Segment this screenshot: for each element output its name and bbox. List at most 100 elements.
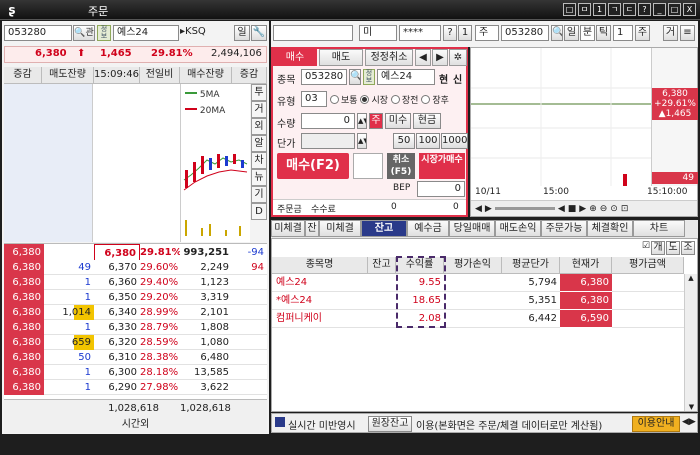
vtab-4[interactable]: 알 xyxy=(251,135,267,152)
fit-icon[interactable]: ⊡ xyxy=(621,204,629,214)
order-code-field[interactable]: 053280 xyxy=(301,69,347,85)
tab-chart[interactable]: 차트 xyxy=(633,220,685,237)
tab-daytrade[interactable]: 당일매매 xyxy=(449,220,495,237)
minimize-button[interactable]: _ xyxy=(653,3,666,16)
tab-unfilled-2[interactable]: 미체결 xyxy=(319,220,361,237)
status-checkbox[interactable] xyxy=(275,417,285,427)
option-3-button[interactable]: 조 xyxy=(681,241,695,255)
chart-daily-button[interactable]: 일 xyxy=(564,25,579,41)
window-btn-3[interactable]: 1 xyxy=(593,3,606,16)
account-select[interactable] xyxy=(273,25,353,41)
row-sell-qty[interactable]: 1 xyxy=(44,320,94,335)
row-price[interactable]: 6,300 xyxy=(94,365,140,380)
vtab-2[interactable]: 거 xyxy=(251,101,267,118)
row-price[interactable]: 6,290 xyxy=(94,380,140,395)
forward-icon[interactable]: ▶ xyxy=(579,204,586,214)
num-1-button[interactable]: 1 xyxy=(458,25,472,41)
qty-stepper[interactable]: ▲▼ xyxy=(357,113,367,129)
holdings-scrollbar[interactable]: ▲ ▼ xyxy=(684,274,697,411)
help-button[interactable]: ? xyxy=(638,3,651,16)
row-price[interactable]: 6,370 xyxy=(94,260,140,275)
zoom-in-icon[interactable]: ⊕ xyxy=(589,204,597,214)
qty-unit-button[interactable]: 주 xyxy=(369,113,383,129)
maximize-button[interactable]: □ xyxy=(668,3,681,16)
order-search-button[interactable]: 🔍 xyxy=(349,69,361,85)
chart-minute-button[interactable]: 분 xyxy=(580,25,595,41)
price-input[interactable] xyxy=(301,133,355,149)
chart-volume-button[interactable]: 거 xyxy=(663,25,678,41)
chart-period-select[interactable]: 1 xyxy=(613,25,633,41)
row-price[interactable]: 6,360 xyxy=(94,275,140,290)
row-sell-qty[interactable]: 1 xyxy=(44,290,94,305)
row-price[interactable]: 6,310 xyxy=(94,350,140,365)
tab-sell[interactable]: 매도 xyxy=(319,49,363,66)
tab-unfilled-1[interactable]: 미체결 xyxy=(271,220,305,237)
market-buy-button[interactable]: 시장가매수 xyxy=(419,153,465,179)
stock-info-tag[interactable]: 정보 xyxy=(97,25,111,41)
window-btn-4[interactable]: ㄱ xyxy=(608,3,621,16)
cancel-button[interactable]: 취소(F5) xyxy=(387,153,415,179)
option-2-button[interactable]: 도 xyxy=(666,241,680,255)
radio-post[interactable]: 장후 xyxy=(421,95,449,106)
option-checkbox[interactable]: ☑ xyxy=(642,241,650,255)
radio-pre[interactable]: 장전 xyxy=(390,95,418,106)
row-sell-qty[interactable]: 1 xyxy=(44,365,94,380)
chart-search-button[interactable]: 🔍 xyxy=(551,25,563,41)
tab-sell-pl[interactable]: 매도손익 xyxy=(495,220,541,237)
vtab-7[interactable]: 기 xyxy=(251,186,267,203)
vtab-3[interactable]: 외 xyxy=(251,118,267,135)
settings-button[interactable]: ✲ xyxy=(449,49,467,66)
row-sell-qty[interactable]: 1 xyxy=(44,275,94,290)
usage-guide-button[interactable]: 이용안내 xyxy=(632,416,680,432)
scroll-left-icon[interactable]: ◀ xyxy=(475,204,482,214)
tab-buy[interactable]: 매수 xyxy=(273,49,317,66)
tab-fill-check[interactable]: 체결확인 xyxy=(587,220,633,237)
stock-code-select[interactable]: 053280 xyxy=(4,25,72,41)
cash-button[interactable]: 현금 xyxy=(413,113,441,129)
vtab-5[interactable]: 차 xyxy=(251,152,267,169)
holding-row[interactable]: 예스24 9.55 5,794 6,380 xyxy=(272,274,684,292)
misu-button[interactable]: 미수 xyxy=(385,113,411,129)
order-type-select[interactable]: 주 xyxy=(475,25,499,41)
chart-week-button[interactable]: 주 xyxy=(635,25,650,41)
prev-arrow-button[interactable]: ◀ xyxy=(415,49,431,66)
chart-scrollbar[interactable] xyxy=(494,207,555,210)
zoom-reset-icon[interactable]: ⊙ xyxy=(610,204,618,214)
tab-modify-cancel[interactable]: 정정취소 xyxy=(365,49,413,66)
vtab-1[interactable]: 투 xyxy=(251,84,267,101)
current-price-cell[interactable]: 6,380 xyxy=(94,244,140,261)
row-sell-qty[interactable]: 659 xyxy=(44,335,94,350)
stop-icon[interactable]: ■ xyxy=(568,204,577,214)
amount-100-button[interactable]: 100 xyxy=(416,133,440,149)
amount-1000-button[interactable]: 1000 xyxy=(441,133,468,149)
row-price[interactable]: 6,340 xyxy=(94,305,140,320)
close-button[interactable]: X xyxy=(683,3,696,16)
row-sell-qty[interactable]: 1 xyxy=(44,380,94,395)
row-price[interactable]: 6,320 xyxy=(94,335,140,350)
account-type-select[interactable]: 미 xyxy=(359,25,397,41)
tab-deposit[interactable]: 예수금 xyxy=(407,220,449,237)
row-price[interactable]: 6,330 xyxy=(94,320,140,335)
qty-input[interactable]: 0 xyxy=(301,113,355,129)
vtab-8[interactable]: D xyxy=(251,203,267,220)
buy-submit-button[interactable]: 매수(F2) xyxy=(277,153,349,179)
row-price[interactable]: 6,350 xyxy=(94,290,140,305)
price-stepper[interactable]: ▲▼ xyxy=(357,133,367,149)
holding-row[interactable]: *예스24 18.65 5,351 6,380 xyxy=(272,292,684,310)
chart-settings-button[interactable]: ≡ xyxy=(680,25,695,41)
order-name-field[interactable]: 예스24 xyxy=(377,69,435,85)
radio-normal[interactable]: 보통 xyxy=(330,95,358,106)
holding-row[interactable]: 컴퍼니케이 2.08 6,442 6,590 xyxy=(272,310,684,328)
tool-button[interactable]: 🔧 xyxy=(251,25,267,41)
stock-search-button[interactable]: 🔍관 xyxy=(73,25,95,41)
tab-balance-short[interactable]: 잔 xyxy=(305,220,319,237)
help-q-button[interactable]: ? xyxy=(443,25,457,41)
row-sell-qty[interactable]: 50 xyxy=(44,350,94,365)
radio-market[interactable]: 시장 xyxy=(360,95,388,106)
order-info-tag[interactable]: 정보 xyxy=(363,69,375,85)
chart-tick-button[interactable]: 틱 xyxy=(596,25,611,41)
type-code-select[interactable]: 03 xyxy=(301,91,327,107)
row-sell-qty[interactable]: 1,014 xyxy=(44,305,94,320)
window-btn-1[interactable]: □ xyxy=(563,3,576,16)
ledger-balance-button[interactable]: 원장잔고 xyxy=(368,416,412,432)
